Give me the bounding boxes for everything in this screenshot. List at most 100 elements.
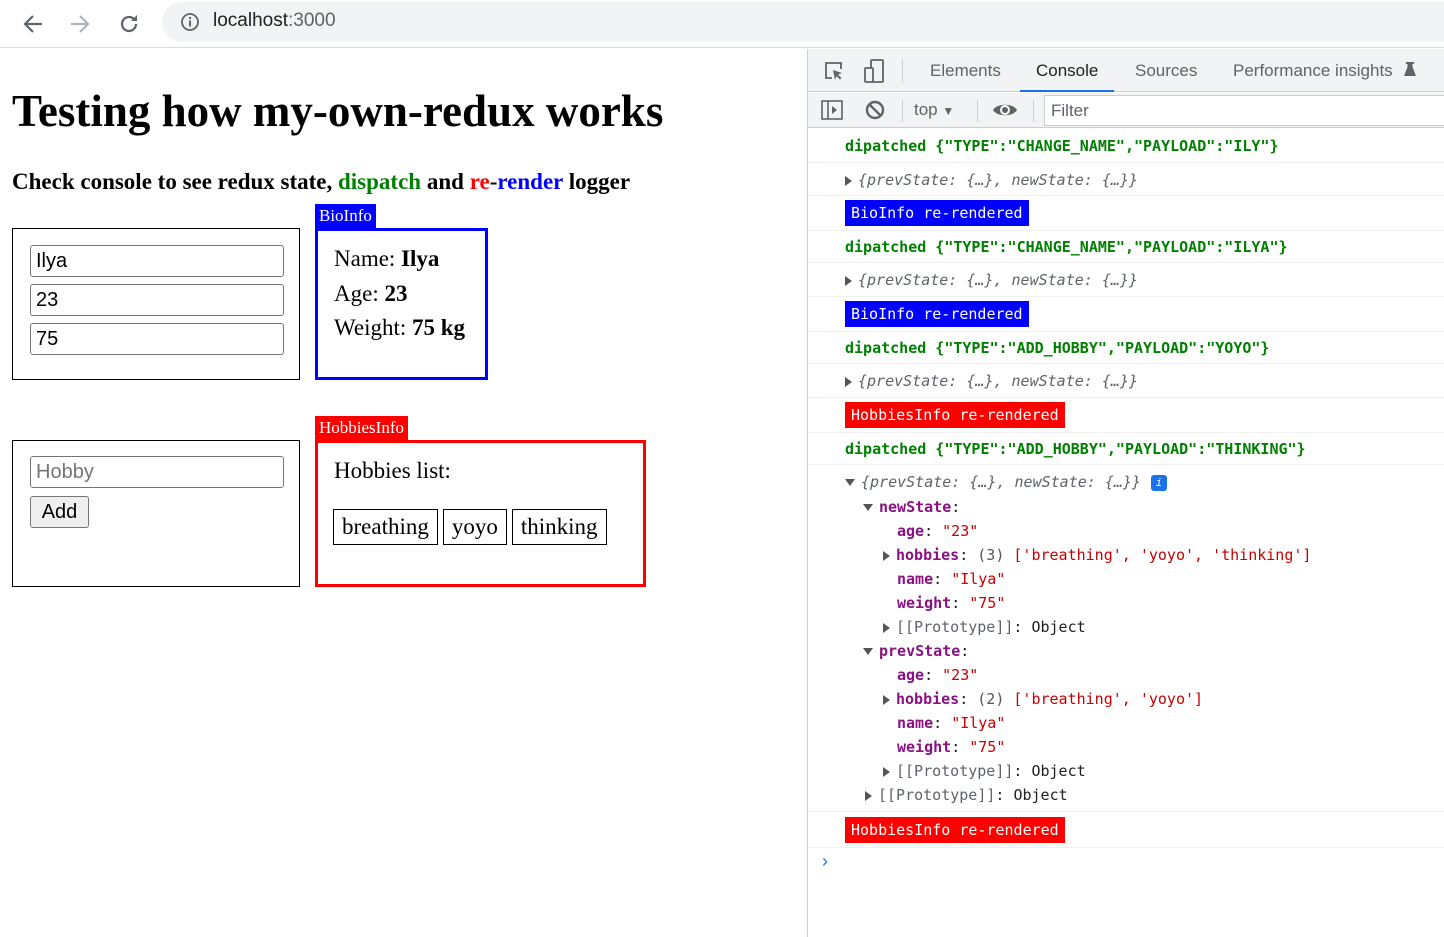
reload-icon: [120, 15, 138, 33]
tree-value: Object: [1031, 762, 1086, 780]
object-summary-row[interactable]: {prevState: {…}, newState: {…}} i: [845, 469, 1444, 495]
inspect-cursor-icon: [825, 62, 842, 80]
hobbiesinfo-box: Hobbies list: breathing yoyo thinking: [315, 440, 646, 587]
object-summary[interactable]: {prevState: {…}, newState: {…}}: [858, 271, 1138, 289]
tree-root-prototype[interactable]: [[Prototype]]: Object: [845, 783, 1444, 807]
clear-console-button[interactable]: [864, 99, 886, 121]
rerender-badge: HobbiesInfo re-rendered: [845, 402, 1065, 428]
tree-value: "75": [969, 738, 1006, 756]
expand-triangle-icon[interactable]: [883, 694, 890, 705]
console-log-object[interactable]: {prevState: {…}, newState: {…}}: [808, 364, 1444, 398]
dropdown-triangle-icon: ▼: [942, 104, 955, 118]
page-subtitle: Check console to see redux state, dispat…: [12, 169, 630, 195]
tab-sources[interactable]: Sources: [1119, 49, 1213, 92]
dispatch-message: dipatched {"TYPE":"ADD_HOBBY","PAYLOAD":…: [845, 440, 1306, 458]
console-prompt[interactable]: ›: [808, 848, 1444, 882]
collapse-triangle-icon[interactable]: [863, 504, 873, 511]
expand-triangle-icon[interactable]: [845, 175, 852, 186]
tree-prop-hobbies[interactable]: hobbies: (3) ['breathing', 'yoyo', 'thin…: [845, 543, 1444, 567]
bioinfo-tag: BioInfo: [315, 204, 376, 228]
expand-triangle-icon[interactable]: [845, 376, 852, 387]
expand-triangle-icon[interactable]: [883, 622, 890, 633]
subtitle-re: re: [469, 169, 490, 194]
console-log-rerender: BioInfo re-rendered: [808, 297, 1444, 332]
console-log-dispatch: dipatched {"TYPE":"ADD_HOBBY","PAYLOAD":…: [808, 433, 1444, 465]
divider: [902, 59, 903, 83]
collapse-triangle-icon[interactable]: [845, 479, 855, 486]
tree-prop: weight: "75": [897, 594, 1006, 612]
expand-triangle-icon[interactable]: [865, 790, 872, 801]
add-hobby-button[interactable]: Add: [30, 496, 89, 528]
hobbies-heading: Hobbies list:: [334, 458, 451, 483]
rerender-badge: HobbiesInfo re-rendered: [845, 817, 1065, 843]
live-expression-button[interactable]: [992, 99, 1018, 121]
tree-key: age: [897, 666, 925, 684]
tree-key: age: [897, 522, 925, 540]
object-summary[interactable]: {prevState: {…}, newState: {…}}: [861, 473, 1141, 491]
inspect-element-button[interactable]: [822, 59, 846, 83]
tree-value: Object: [1031, 618, 1086, 636]
context-selector[interactable]: top ▼: [914, 100, 954, 120]
tree-newstate[interactable]: newState:: [845, 495, 1444, 519]
tab-performance-insights-label: Performance insights: [1233, 61, 1393, 80]
show-sidebar-button[interactable]: [820, 99, 844, 121]
expand-triangle-icon[interactable]: [845, 275, 852, 286]
console-filter-input[interactable]: [1044, 95, 1444, 126]
device-toolbar-button[interactable]: [862, 58, 886, 84]
tree-key: name: [897, 714, 934, 732]
bio-name-label: Name:: [334, 246, 402, 271]
tab-performance-insights[interactable]: Performance insights: [1217, 49, 1417, 92]
info-icon[interactable]: i: [1150, 474, 1167, 491]
dispatch-message: dipatched {"TYPE":"CHANGE_NAME","PAYLOAD…: [845, 238, 1288, 256]
tree-prop-hobbies[interactable]: hobbies: (2) ['breathing', 'yoyo']: [845, 687, 1444, 711]
forward-button[interactable]: [64, 8, 96, 40]
clear-block-icon: [865, 100, 885, 120]
context-value: top: [914, 100, 938, 119]
reload-button[interactable]: [113, 8, 145, 40]
tree-prototype[interactable]: [[Prototype]]: Object: [845, 615, 1444, 639]
object-summary[interactable]: {prevState: {…}, newState: {…}}: [858, 372, 1138, 390]
tree-value: "23": [942, 522, 979, 540]
expand-triangle-icon[interactable]: [883, 766, 890, 777]
bio-age-value: 23: [384, 281, 408, 306]
devtools-tabbar: Elements Console Sources Performance ins…: [808, 49, 1444, 92]
tree-value: "23": [942, 666, 979, 684]
tree-key: newState: [879, 498, 952, 516]
console-log-dispatch: dipatched {"TYPE":"CHANGE_NAME","PAYLOAD…: [808, 231, 1444, 263]
address-bar[interactable]: localhost:3000: [162, 2, 1444, 42]
page-title: Testing how my-own-redux works: [12, 86, 664, 136]
console-log-object[interactable]: {prevState: {…}, newState: {…}}: [808, 263, 1444, 297]
back-button[interactable]: [17, 8, 49, 40]
collapse-triangle-icon[interactable]: [863, 648, 873, 655]
url-host: localhost: [213, 10, 288, 31]
console-toolbar: top ▼: [808, 93, 1444, 128]
tree-prevstate[interactable]: prevState:: [845, 639, 1444, 663]
console-log-object-expanded: {prevState: {…}, newState: {…}} i newStat…: [808, 465, 1444, 812]
tree-value: Object: [1013, 786, 1068, 804]
age-input[interactable]: [30, 284, 284, 316]
name-input[interactable]: [30, 245, 284, 277]
divider: [1033, 100, 1034, 122]
console-log-rerender: HobbiesInfo re-rendered: [808, 812, 1444, 848]
dispatch-message: dipatched {"TYPE":"CHANGE_NAME","PAYLOAD…: [845, 137, 1279, 155]
console-log-object[interactable]: {prevState: {…}, newState: {…}}: [808, 163, 1444, 196]
weight-input[interactable]: [30, 323, 284, 355]
info-circle-icon[interactable]: [180, 12, 200, 32]
bio-form: [12, 228, 300, 380]
expand-triangle-icon[interactable]: [883, 550, 890, 561]
rerender-badge: BioInfo re-rendered: [845, 301, 1029, 327]
bio-name: Name: Ilya: [334, 246, 439, 272]
tree-prototype[interactable]: [[Prototype]]: Object: [845, 759, 1444, 783]
rerender-badge: BioInfo re-rendered: [845, 200, 1029, 226]
tree-key: [[Prototype]]: [896, 618, 1014, 636]
console-log-rerender: HobbiesInfo re-rendered: [808, 398, 1444, 433]
tree-prop: age: "23": [897, 522, 979, 540]
bio-weight: Weight: 75 kg: [334, 315, 465, 341]
tab-elements[interactable]: Elements: [914, 49, 1017, 92]
object-summary[interactable]: {prevState: {…}, newState: {…}}: [858, 171, 1138, 189]
hobby-input[interactable]: [30, 456, 284, 488]
arrow-right-icon: [71, 15, 90, 33]
device-icon: [864, 59, 884, 83]
tab-console[interactable]: Console: [1020, 49, 1115, 92]
console-log-rerender: BioInfo re-rendered: [808, 196, 1444, 231]
